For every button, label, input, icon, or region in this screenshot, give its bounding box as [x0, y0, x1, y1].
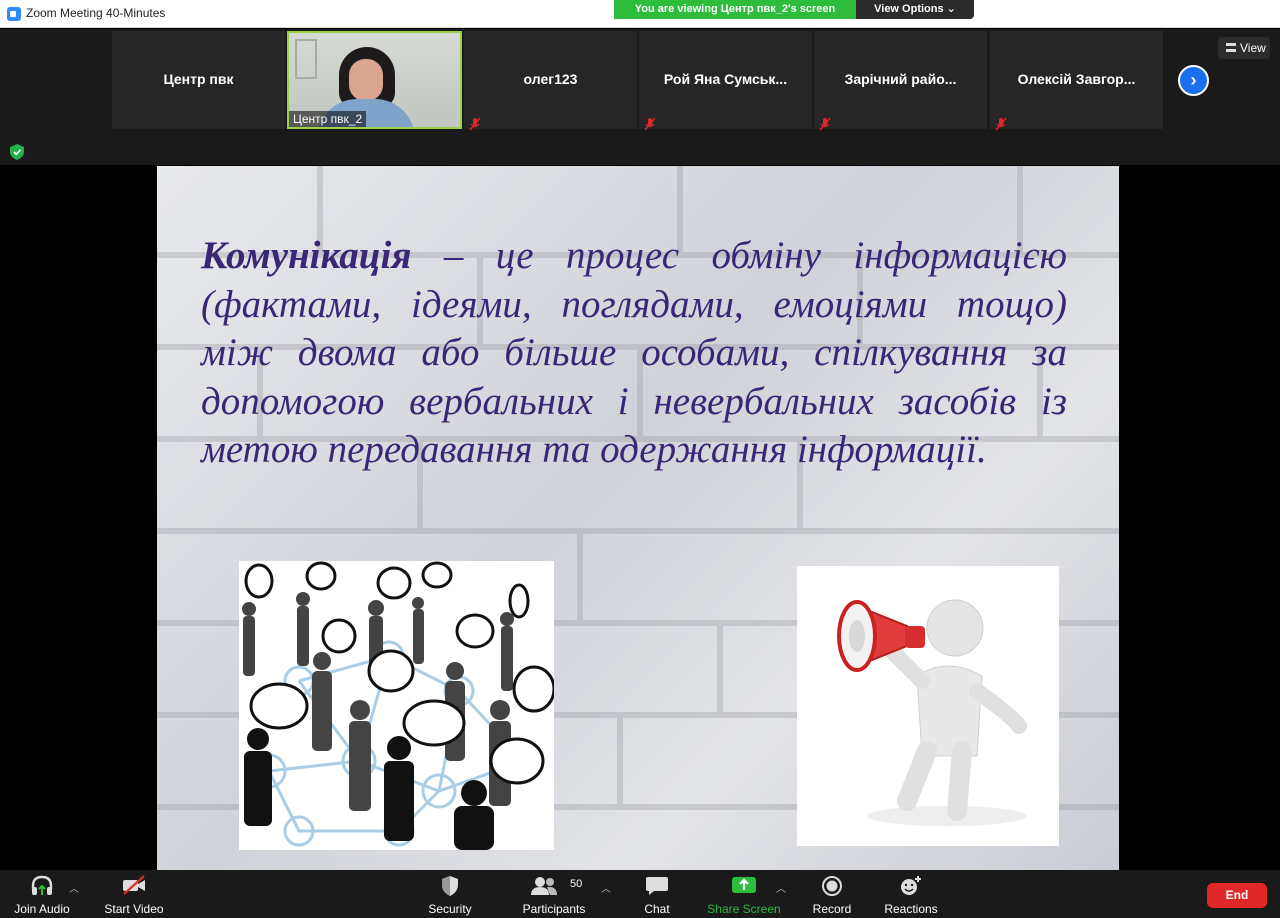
share-options-caret-icon[interactable]: ︿	[776, 880, 786, 895]
chat-icon	[646, 877, 668, 895]
headphones-icon	[31, 875, 53, 895]
gallery-strip: Центр пвк Центр пвк_2 олег123 Рой Яна Су…	[0, 29, 1280, 165]
view-options-button[interactable]: View Options ⌄	[856, 0, 974, 19]
muted-mic-icon	[995, 117, 1007, 131]
join-audio-button[interactable]: Join Audio	[6, 870, 78, 918]
end-meeting-button[interactable]: End	[1207, 883, 1267, 908]
security-button[interactable]: Security	[418, 870, 482, 918]
participant-name: Рой Яна Сумськ...	[663, 71, 788, 87]
share-screen-icon	[732, 877, 756, 893]
viewing-banner: You are viewing Центр пвк_2's screen	[614, 0, 856, 19]
participant-name: Олексій Завгор...	[1017, 71, 1136, 87]
video-off-icon	[123, 875, 145, 895]
people-network-illustration	[239, 561, 554, 850]
gallery-view-icon	[1226, 43, 1236, 52]
participants-options-caret-icon[interactable]: ︿	[601, 880, 611, 895]
participant-tile[interactable]: Рой Яна Сумськ...	[639, 31, 812, 131]
participant-tile[interactable]: Зарічний райо...	[814, 31, 987, 131]
chevron-right-icon[interactable]: ›	[1178, 65, 1209, 96]
reactions-button[interactable]: Reactions	[878, 870, 944, 918]
audio-options-caret-icon[interactable]: ︿	[69, 880, 79, 895]
view-button[interactable]: View	[1218, 37, 1270, 59]
muted-mic-icon	[469, 117, 481, 131]
meeting-toolbar: Join Audio ︿ Start Video Security Partic…	[0, 870, 1280, 918]
slide-definition-text: Комунікація – це процес обміну інформаці…	[201, 232, 1067, 475]
video-participant-name: Центр пвк_2	[289, 111, 367, 127]
share-screen-button[interactable]: Share Screen	[706, 870, 782, 918]
muted-mic-icon	[644, 117, 656, 131]
participant-name: Зарічний райо...	[844, 71, 957, 87]
slide-term: Комунікація	[201, 234, 412, 277]
participant-tile[interactable]: Центр пвк	[112, 31, 285, 129]
participant-name: Центр пвк	[163, 71, 234, 87]
shared-screen-slide: Комунікація – це процес обміну інформаці…	[157, 166, 1119, 870]
megaphone-figure-illustration	[797, 566, 1059, 846]
participant-tile[interactable]: олег123	[464, 31, 637, 131]
participants-count: 50	[570, 878, 583, 890]
participant-name: олег123	[523, 71, 578, 87]
shield-icon	[442, 876, 458, 896]
record-icon	[822, 876, 842, 896]
participants-icon	[530, 877, 557, 895]
start-video-button[interactable]: Start Video	[96, 870, 172, 918]
record-button[interactable]: Record	[804, 870, 860, 918]
active-video-tile[interactable]: Центр пвк_2	[287, 31, 462, 129]
smiley-plus-icon	[901, 876, 921, 895]
muted-mic-icon	[819, 117, 831, 131]
window-title: Zoom Meeting 40-Minutes	[26, 6, 166, 20]
participant-tile[interactable]: Олексій Завгор...	[990, 31, 1163, 131]
chat-button[interactable]: Chat	[630, 870, 684, 918]
zoom-app-icon	[7, 7, 21, 21]
encryption-shield-icon[interactable]	[10, 144, 24, 160]
